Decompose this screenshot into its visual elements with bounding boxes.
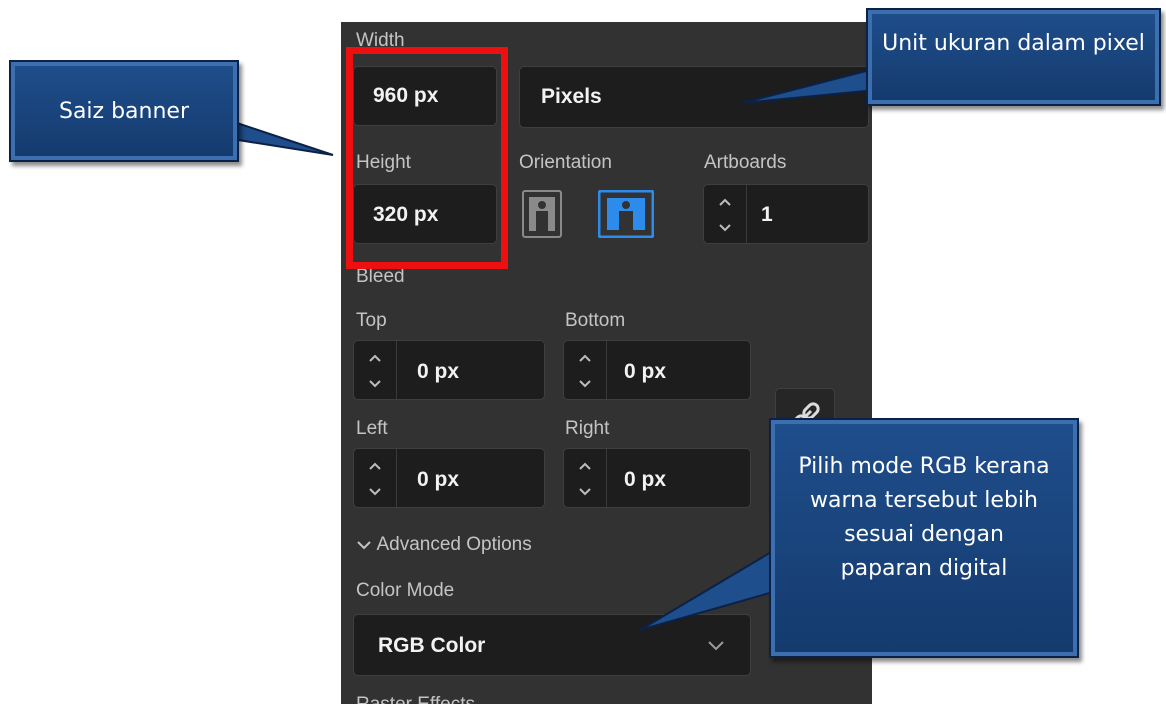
chevron-down-icon	[357, 541, 371, 550]
bleed-left-value: 0 px	[417, 468, 460, 491]
units-value: Pixels	[541, 85, 602, 108]
bleed-top-stepper[interactable]	[364, 353, 386, 389]
raster-effects-label: Raster Effects	[356, 694, 475, 704]
height-label: Height	[356, 152, 411, 173]
stepper-divider	[396, 341, 397, 399]
bleed-top-value: 0 px	[417, 360, 460, 383]
artboards-label: Artboards	[704, 152, 787, 173]
callout-rgb: Pilih mode RGB kerana warna tersebut leb…	[769, 418, 1079, 658]
bleed-left-input[interactable]: 0 px	[353, 448, 545, 508]
top-label: Top	[356, 310, 387, 331]
landscape-orientation-icon[interactable]	[597, 189, 655, 239]
bleed-right-stepper[interactable]	[574, 461, 596, 497]
units-dropdown[interactable]: Pixels	[519, 66, 869, 128]
stepper-divider	[606, 341, 607, 399]
bleed-bottom-value: 0 px	[624, 360, 667, 383]
callout-size: Saiz banner	[9, 60, 239, 162]
width-input[interactable]: 960 px	[353, 66, 497, 126]
height-value: 320 px	[373, 203, 439, 226]
height-input[interactable]: 320 px	[353, 184, 497, 244]
color-mode-label: Color Mode	[356, 580, 455, 601]
stepper-divider	[396, 449, 397, 507]
chevron-down-icon	[708, 641, 724, 651]
bleed-top-input[interactable]: 0 px	[353, 340, 545, 400]
bleed-bottom-input[interactable]: 0 px	[563, 340, 751, 400]
stepper-divider	[606, 449, 607, 507]
width-value: 960 px	[373, 84, 439, 107]
callout-unit: Unit ukuran dalam pixel	[866, 8, 1161, 106]
stepper-divider	[746, 185, 747, 243]
artboards-stepper[interactable]	[714, 197, 736, 233]
callout-rgb-text: Pilih mode RGB kerana warna tersebut leb…	[798, 454, 1050, 581]
left-label: Left	[356, 418, 388, 439]
bleed-right-input[interactable]: 0 px	[563, 448, 751, 508]
bleed-right-value: 0 px	[624, 468, 667, 491]
artboards-value: 1	[761, 203, 773, 226]
orientation-label: Orientation	[519, 152, 612, 173]
bottom-label: Bottom	[565, 310, 626, 331]
right-label: Right	[565, 418, 610, 439]
callout-unit-text: Unit ukuran dalam pixel	[882, 31, 1145, 56]
color-mode-value: RGB Color	[378, 634, 486, 657]
advanced-options-label: Advanced Options	[376, 534, 532, 555]
bleed-bottom-stepper[interactable]	[574, 353, 596, 389]
advanced-options-toggle[interactable]: Advanced Options	[356, 534, 532, 560]
bleed-label: Bleed	[356, 266, 405, 287]
width-label: Width	[356, 30, 405, 51]
callout-size-text: Saiz banner	[58, 99, 189, 124]
artboards-input[interactable]: 1	[703, 184, 869, 244]
portrait-orientation-icon[interactable]	[522, 190, 562, 238]
color-mode-dropdown[interactable]: RGB Color	[353, 614, 751, 676]
bleed-left-stepper[interactable]	[364, 461, 386, 497]
